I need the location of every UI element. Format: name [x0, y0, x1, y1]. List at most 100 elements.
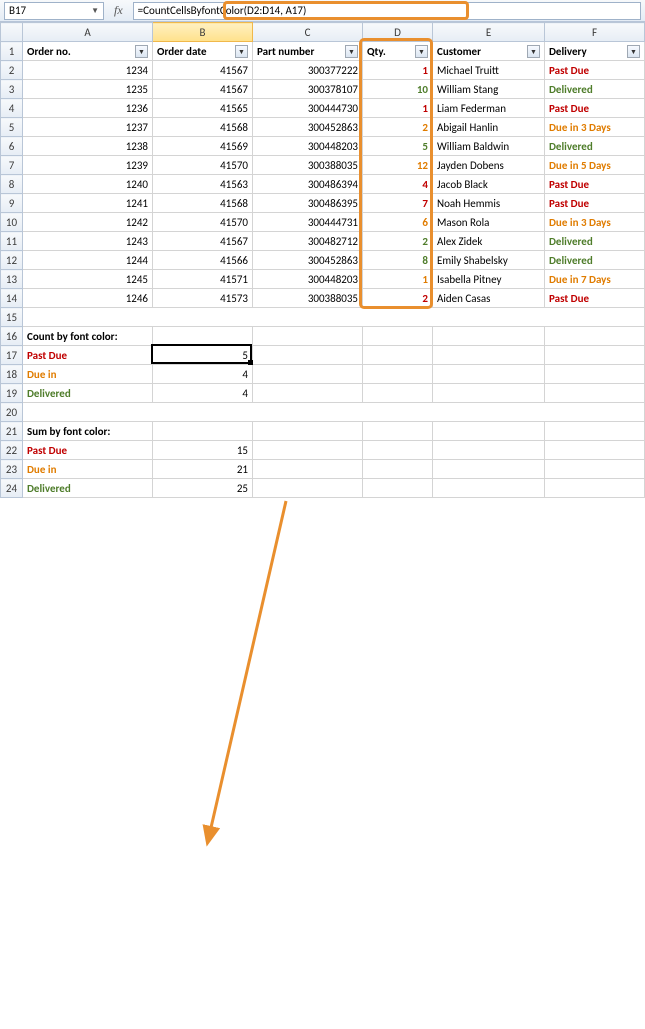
- cell-delivery[interactable]: Due in 7 Days: [545, 270, 645, 289]
- cell-partnumber[interactable]: 300486394: [253, 175, 363, 194]
- cell-delivery[interactable]: Past Due: [545, 289, 645, 308]
- formula-bar[interactable]: =CountCellsByfontColor(D2:D14, A17): [133, 2, 641, 20]
- cell-qty[interactable]: 2: [363, 289, 433, 308]
- row-header-13[interactable]: 13: [1, 270, 23, 289]
- cell-partnumber[interactable]: 300482712: [253, 232, 363, 251]
- row-header-11[interactable]: 11: [1, 232, 23, 251]
- header-partnumber[interactable]: Part number▼: [253, 42, 363, 61]
- cell-customer[interactable]: Jacob Black: [433, 175, 545, 194]
- cell-delivery[interactable]: Due in 5 Days: [545, 156, 645, 175]
- cell-orderdate[interactable]: 41570: [153, 213, 253, 232]
- cell-customer[interactable]: Michael Truitt: [433, 61, 545, 80]
- header-delivery[interactable]: Delivery▼: [545, 42, 645, 61]
- cell-partnumber[interactable]: 300448203: [253, 270, 363, 289]
- row-header-16[interactable]: 16: [1, 327, 23, 346]
- cell-orderdate[interactable]: 41573: [153, 289, 253, 308]
- header-orderdate[interactable]: Order date▼: [153, 42, 253, 61]
- cell[interactable]: [153, 422, 253, 441]
- row-header-17[interactable]: 17: [1, 346, 23, 365]
- cell-qty[interactable]: 8: [363, 251, 433, 270]
- count-label[interactable]: Due in: [23, 365, 153, 384]
- cell[interactable]: [253, 327, 363, 346]
- cell[interactable]: [363, 346, 433, 365]
- cell[interactable]: [433, 384, 545, 403]
- cell-orderdate[interactable]: 41567: [153, 61, 253, 80]
- cell-customer[interactable]: Abigail Hanlin: [433, 118, 545, 137]
- cell[interactable]: [545, 479, 645, 498]
- cell-qty[interactable]: 1: [363, 270, 433, 289]
- row-header-1[interactable]: 1: [1, 42, 23, 61]
- row-header-21[interactable]: 21: [1, 422, 23, 441]
- col-header-C[interactable]: C: [253, 23, 363, 42]
- header-orderno[interactable]: Order no.▼: [23, 42, 153, 61]
- cell-delivery[interactable]: Delivered: [545, 80, 645, 99]
- row-header-18[interactable]: 18: [1, 365, 23, 384]
- row-header-7[interactable]: 7: [1, 156, 23, 175]
- cell-customer[interactable]: Isabella Pitney: [433, 270, 545, 289]
- row-header-9[interactable]: 9: [1, 194, 23, 213]
- count-val[interactable]: 5: [153, 346, 253, 365]
- row-header-19[interactable]: 19: [1, 384, 23, 403]
- row-header-15[interactable]: 15: [1, 308, 23, 327]
- cell[interactable]: [253, 441, 363, 460]
- cell[interactable]: [433, 327, 545, 346]
- cell-orderdate[interactable]: 41568: [153, 194, 253, 213]
- cell[interactable]: [253, 384, 363, 403]
- cell-delivery[interactable]: Past Due: [545, 99, 645, 118]
- row-header-24[interactable]: 24: [1, 479, 23, 498]
- cell[interactable]: [433, 365, 545, 384]
- cell[interactable]: [545, 327, 645, 346]
- cell-orderno[interactable]: 1238: [23, 137, 153, 156]
- cell-partnumber[interactable]: 300378107: [253, 80, 363, 99]
- cell[interactable]: [433, 422, 545, 441]
- cell[interactable]: [545, 365, 645, 384]
- cell-orderno[interactable]: 1242: [23, 213, 153, 232]
- cell-partnumber[interactable]: 300388035: [253, 289, 363, 308]
- cell[interactable]: [433, 479, 545, 498]
- cell-partnumber[interactable]: 300377222: [253, 61, 363, 80]
- cell-orderno[interactable]: 1234: [23, 61, 153, 80]
- cell[interactable]: [253, 479, 363, 498]
- cell-customer[interactable]: Emily Shabelsky: [433, 251, 545, 270]
- row-header-10[interactable]: 10: [1, 213, 23, 232]
- sum-title[interactable]: Sum by font color:: [23, 422, 153, 441]
- cell-orderdate[interactable]: 41563: [153, 175, 253, 194]
- cell-delivery[interactable]: Past Due: [545, 194, 645, 213]
- row-header-22[interactable]: 22: [1, 441, 23, 460]
- cell-orderdate[interactable]: 41570: [153, 156, 253, 175]
- cell-orderno[interactable]: 1240: [23, 175, 153, 194]
- count-val[interactable]: 4: [153, 384, 253, 403]
- cell-delivery[interactable]: Past Due: [545, 61, 645, 80]
- cell-partnumber[interactable]: 300388035: [253, 156, 363, 175]
- cell[interactable]: [545, 422, 645, 441]
- col-header-A[interactable]: A: [23, 23, 153, 42]
- cell-orderno[interactable]: 1245: [23, 270, 153, 289]
- cell-qty[interactable]: 6: [363, 213, 433, 232]
- cell-delivery[interactable]: Due in 3 Days: [545, 213, 645, 232]
- sum-val[interactable]: 21: [153, 460, 253, 479]
- cell[interactable]: [363, 384, 433, 403]
- cell-qty[interactable]: 2: [363, 232, 433, 251]
- cell-orderdate[interactable]: 41565: [153, 99, 253, 118]
- cell-delivery[interactable]: Delivered: [545, 232, 645, 251]
- row-header-6[interactable]: 6: [1, 137, 23, 156]
- filter-dropdown-icon[interactable]: ▼: [527, 45, 540, 58]
- cell[interactable]: [545, 460, 645, 479]
- select-all-corner[interactable]: [1, 23, 23, 42]
- cell-orderdate[interactable]: 41567: [153, 232, 253, 251]
- cell-orderdate[interactable]: 41566: [153, 251, 253, 270]
- row-header-2[interactable]: 2: [1, 61, 23, 80]
- cell[interactable]: [363, 365, 433, 384]
- sum-label[interactable]: Delivered: [23, 479, 153, 498]
- name-box[interactable]: B17 ▼: [4, 2, 104, 20]
- filter-dropdown-icon[interactable]: ▼: [415, 45, 428, 58]
- cell-delivery[interactable]: Delivered: [545, 137, 645, 156]
- cell-partnumber[interactable]: 300448203: [253, 137, 363, 156]
- cell-qty[interactable]: 7: [363, 194, 433, 213]
- cell-partnumber[interactable]: 300444731: [253, 213, 363, 232]
- cell[interactable]: [545, 384, 645, 403]
- cell-orderno[interactable]: 1241: [23, 194, 153, 213]
- cell-customer[interactable]: Mason Rola: [433, 213, 545, 232]
- cell-empty[interactable]: [23, 403, 645, 422]
- sum-val[interactable]: 25: [153, 479, 253, 498]
